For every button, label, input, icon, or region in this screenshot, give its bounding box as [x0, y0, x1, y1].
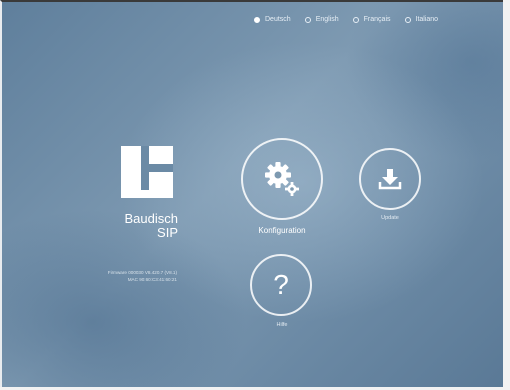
brand-name: Baudisch — [124, 211, 178, 226]
language-selector: Deutsch English Français Italiano — [254, 16, 438, 23]
radio-icon[interactable] — [304, 16, 311, 23]
radio-icon[interactable] — [404, 16, 411, 23]
help-button[interactable]: ? — [250, 254, 312, 316]
language-label: Italiano — [415, 16, 439, 23]
firmware-info: Firmware 000030 V8.420.7 (V8.1) MAC 90:6… — [64, 269, 177, 283]
download-icon — [378, 169, 402, 190]
configuration-label[interactable]: Konfiguration — [232, 226, 332, 235]
language-option-deutsch[interactable]: Deutsch — [254, 16, 291, 23]
mac-address: MAC 90:60:C3:41:60:21 — [127, 277, 177, 282]
language-label: Deutsch — [265, 16, 291, 23]
gear-icon — [265, 162, 299, 196]
language-label: English — [315, 16, 339, 23]
start-screen: Deutsch English Français Italiano Baudis… — [0, 0, 503, 387]
update-label[interactable]: Update — [350, 215, 430, 221]
firmware-version: Firmware 000030 V8.420.7 (V8.1) — [107, 270, 177, 275]
configuration-button[interactable] — [241, 138, 323, 220]
radio-selected-icon[interactable] — [254, 16, 260, 23]
radio-icon[interactable] — [352, 16, 359, 23]
help-label[interactable]: Hilfe — [242, 322, 322, 328]
language-option-francais[interactable]: Français — [352, 16, 391, 23]
update-button[interactable] — [359, 148, 421, 210]
language-label: Français — [363, 16, 391, 23]
baudisch-logo-icon — [121, 146, 173, 198]
language-option-english[interactable]: English — [304, 16, 339, 23]
question-icon: ? — [273, 269, 289, 300]
brand-product: SIP — [157, 225, 178, 240]
language-option-italiano[interactable]: Italiano — [404, 16, 439, 23]
window-edge-right — [503, 0, 510, 390]
